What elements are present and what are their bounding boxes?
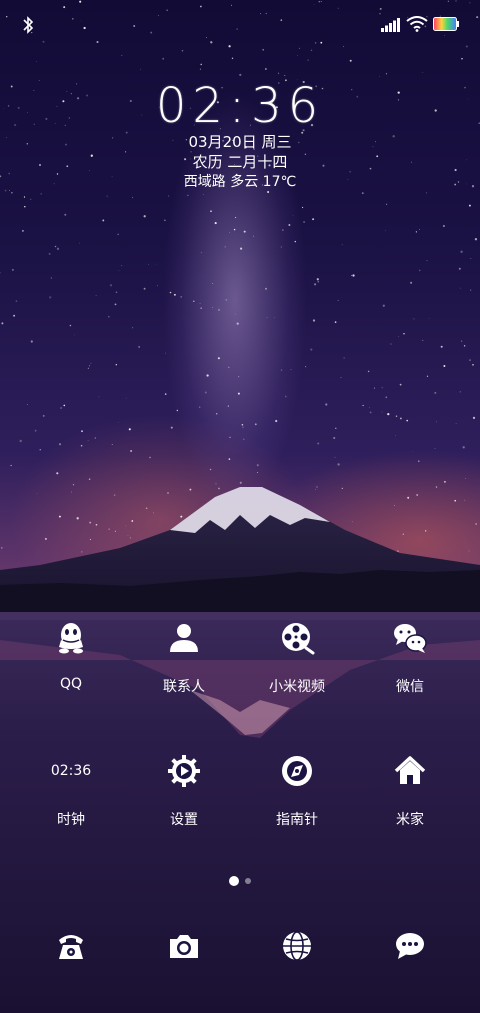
- app-wechat[interactable]: 微信: [360, 620, 460, 696]
- battery-icon: [433, 17, 459, 31]
- phone-icon[interactable]: [55, 930, 87, 962]
- app-label: QQ: [59, 676, 83, 692]
- app-label: 时钟: [57, 812, 85, 828]
- wifi-icon: [406, 16, 428, 32]
- app-compass[interactable]: 指南针: [247, 753, 347, 829]
- bluetooth-icon: [23, 16, 34, 34]
- clock-widget-time: 02:36: [50, 763, 92, 779]
- app-label: 联系人: [163, 679, 205, 695]
- page-dot-active[interactable]: [229, 875, 239, 886]
- signal-icon: [381, 18, 400, 32]
- compass-icon: [282, 756, 312, 786]
- wechat-icon: [394, 624, 427, 653]
- lunar-date-text: 农历 二月十四: [192, 153, 288, 171]
- weather-text: 西域路 多云 17℃: [183, 174, 297, 190]
- settings-gear-icon: [168, 755, 200, 787]
- film-reel-icon: [282, 623, 315, 655]
- app-contacts[interactable]: 联系人: [134, 620, 234, 696]
- app-clock[interactable]: 02:36 时钟: [21, 753, 121, 829]
- dock: [0, 930, 480, 970]
- app-label: 微信: [396, 679, 424, 695]
- date-text: 03月20日 周三: [188, 133, 292, 151]
- messages-icon[interactable]: [394, 930, 426, 962]
- app-qq[interactable]: QQ: [21, 620, 121, 692]
- page-indicator[interactable]: [0, 870, 480, 889]
- qq-penguin-icon: [59, 623, 83, 654]
- contacts-person-icon: [170, 624, 198, 652]
- app-mi-video[interactable]: 小米视频: [247, 620, 347, 696]
- home-icon: [394, 756, 426, 784]
- browser-globe-icon[interactable]: [281, 930, 313, 962]
- camera-icon[interactable]: [168, 930, 200, 962]
- lockscreen-time: 02:36: [155, 78, 325, 134]
- status-bar: [0, 0, 480, 50]
- app-label: 设置: [170, 812, 198, 828]
- app-mi-home[interactable]: 米家: [360, 753, 460, 829]
- app-label: 小米视频: [269, 679, 325, 695]
- app-label: 米家: [396, 812, 424, 828]
- app-label: 指南针: [276, 812, 318, 828]
- page-dot[interactable]: [245, 877, 251, 884]
- app-settings[interactable]: 设置: [134, 753, 234, 829]
